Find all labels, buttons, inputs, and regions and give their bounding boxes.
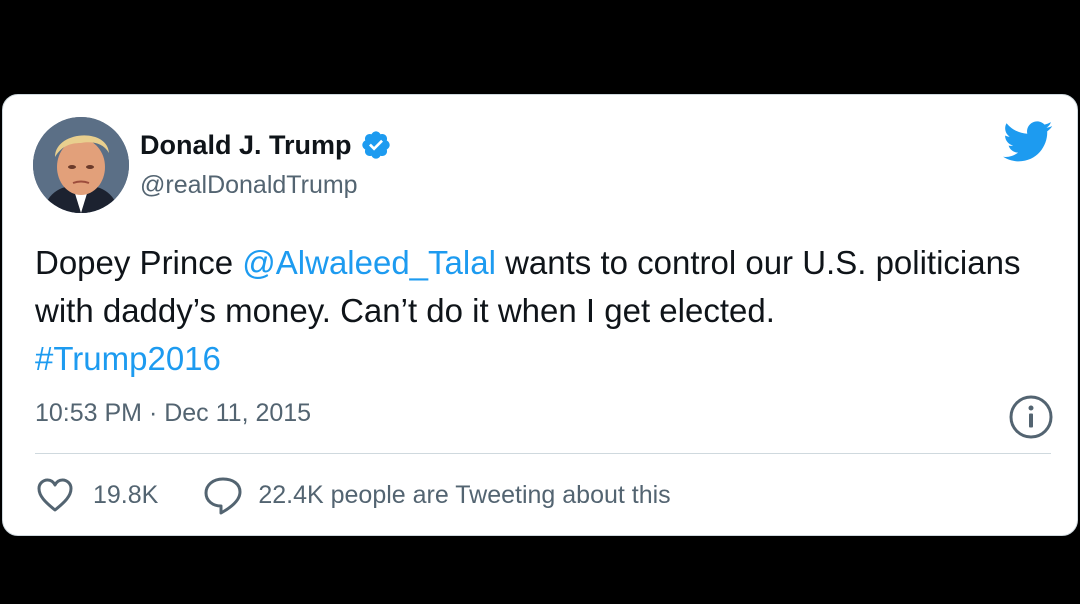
bottom-black-bar: [0, 537, 1080, 604]
tweet-actions: 19.8K 22.4K people are Tweeting about th…: [35, 475, 671, 515]
tweet-text: Dopey Prince @Alwaleed_Talal wants to co…: [35, 239, 1065, 383]
tweet-text-part1: Dopey Prince: [35, 244, 243, 281]
info-icon[interactable]: [1008, 394, 1054, 440]
author-name-text[interactable]: Donald J. Trump: [140, 130, 352, 161]
author-handle[interactable]: @realDonaldTrump: [140, 171, 358, 200]
author-name[interactable]: Donald J. Trump: [140, 129, 392, 161]
top-black-bar: [0, 0, 1080, 94]
twitter-bird-icon[interactable]: [1003, 121, 1053, 163]
avatar[interactable]: [33, 117, 129, 213]
hashtag-link[interactable]: #Trump2016: [35, 340, 221, 377]
divider: [35, 453, 1051, 454]
tweet-card[interactable]: Donald J. Trump @realDonaldTrump Dopey P…: [2, 94, 1078, 536]
tweeting-about-text[interactable]: 22.4K people are Tweeting about this: [258, 481, 670, 510]
like-count[interactable]: 19.8K: [93, 481, 158, 510]
speech-bubble-icon[interactable]: [202, 474, 244, 516]
verified-badge-icon: [361, 131, 390, 159]
heart-icon[interactable]: [35, 475, 75, 515]
mention-link[interactable]: @Alwaleed_Talal: [242, 244, 496, 281]
timestamp[interactable]: 10:53 PM · Dec 11, 2015: [35, 399, 311, 428]
